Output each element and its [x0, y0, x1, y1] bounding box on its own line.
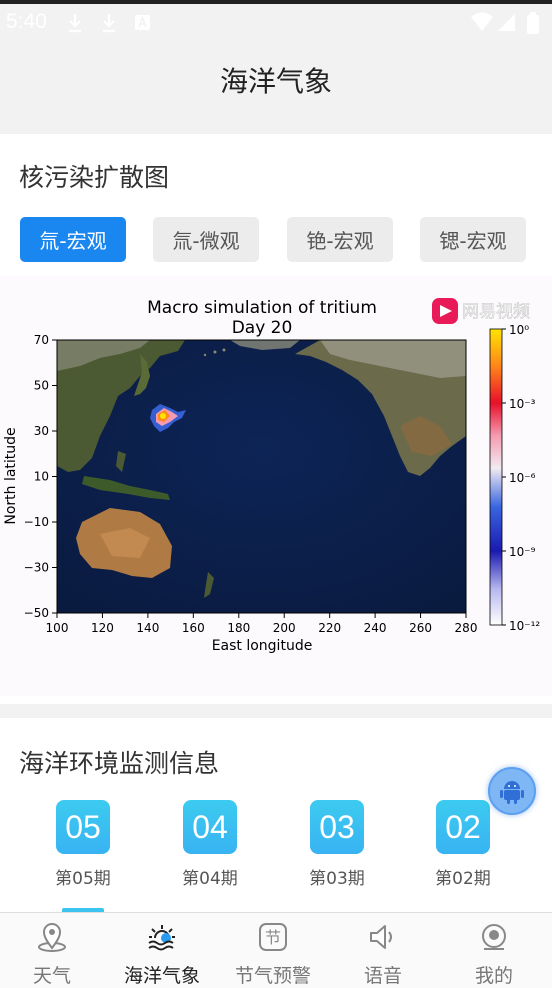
android-icon [500, 781, 524, 804]
watermark: 网易视频 [432, 298, 530, 324]
x-tick-label: 200 [273, 621, 296, 635]
y-axis-label: North latitude [3, 427, 19, 524]
y-tick-label: 50 [34, 379, 49, 393]
colorbar [489, 328, 503, 626]
sun-wave-icon [148, 925, 175, 951]
issue-item[interactable]: 03 第03期 [297, 800, 377, 889]
issue-item[interactable]: 04 第04期 [170, 800, 250, 889]
download-icon [103, 14, 115, 33]
profile-icon [482, 924, 506, 950]
chart-title: Macro simulation of tritium [147, 298, 377, 318]
section-title-monitoring: 海洋环境监测信息 [19, 749, 220, 778]
issue-number-badge: 03 [310, 800, 364, 854]
x-tick-label: 240 [364, 621, 387, 635]
issue-label: 第04期 [182, 869, 238, 889]
nav-item-marine-weather[interactable]: 海洋气象 [107, 913, 217, 988]
colorbar-tick-label: 10⁻⁶ [509, 471, 536, 485]
signal-icon [498, 14, 515, 31]
nav-label-weather: 天气 [32, 965, 71, 987]
page-title: 海洋气象 [219, 65, 332, 98]
y-tick-label: 70 [34, 333, 49, 347]
nav-label-profile: 我的 [474, 965, 513, 987]
issue-item[interactable]: 05 第05期 [43, 800, 123, 889]
status-bar-top-edge [0, 0, 552, 4]
x-tick-label: 220 [318, 621, 341, 635]
y-tick-label: 10 [34, 470, 49, 484]
solar-term-icon: 节 [259, 923, 287, 951]
tab-cesium-macro[interactable]: 铯-宏观 [287, 217, 393, 262]
nav-label-voice: 语音 [363, 965, 402, 987]
x-axis-ticks: 100 120 140 160 180 200 220 240 260 280 [46, 613, 478, 635]
colorbar-tick-label: 10⁻³ [509, 397, 536, 411]
pollution-diffusion-card: 核污染扩散图 氚-宏观 氚-微观 铯-宏观 锶-宏观 100 120 140 1… [0, 134, 552, 704]
monitoring-card: 海洋环境监测信息 05 第05期 04 第04期 03 第03期 02 第02期 [0, 718, 552, 912]
issue-number-badge: 02 [436, 800, 490, 854]
y-axis-ticks: 70 50 30 10 −10 −30 −50 [24, 333, 57, 620]
issue-number-badge: 04 [183, 800, 237, 854]
diffusion-chart: 100 120 140 160 180 200 220 240 260 280 70 50 30 10 −… [0, 276, 552, 696]
x-tick-label: 140 [136, 621, 159, 635]
page-header: 海洋气象 [0, 46, 552, 132]
status-bar: 5:40 [0, 0, 552, 46]
colorbar-tick-label: 10⁰ [509, 323, 529, 337]
x-tick-label: 280 [455, 621, 478, 635]
nav-item-solar-term-alert[interactable]: 节 节气预警 [218, 913, 328, 988]
section-title-diffusion: 核污染扩散图 [19, 163, 170, 192]
issue-label: 第02期 [435, 869, 491, 889]
tab-tritium-macro[interactable]: 氚-宏观 [20, 217, 126, 262]
nav-label-solar-term-alert: 节气预警 [234, 965, 311, 987]
chart-subtitle: Day 20 [232, 318, 293, 338]
x-tick-label: 160 [182, 621, 205, 635]
y-tick-label: −30 [24, 561, 49, 575]
x-tick-label: 260 [409, 621, 432, 635]
colorbar-tick-label: 10⁻⁹ [509, 545, 536, 559]
location-pin-icon [38, 923, 66, 952]
status-time: 5:40 [6, 10, 47, 33]
y-tick-label: −50 [24, 606, 49, 620]
y-tick-label: 30 [34, 424, 49, 438]
x-tick-label: 180 [227, 621, 250, 635]
notification-a-icon [135, 15, 150, 30]
issue-item[interactable]: 02 第02期 [423, 800, 503, 889]
floating-assistant-button[interactable] [488, 767, 536, 815]
app-screen: 5:40 海洋气象 核污染扩散图 氚-宏观 氚-微观 铯-宏观 锶-宏观 100… [0, 0, 552, 988]
y-tick-label: −10 [24, 515, 49, 529]
nav-item-weather[interactable]: 天气 [0, 913, 107, 988]
x-tick-label: 100 [46, 621, 69, 635]
wifi-icon [471, 12, 493, 31]
x-axis-label: East longitude [212, 638, 313, 654]
x-tick-label: 120 [91, 621, 114, 635]
issue-label: 第05期 [55, 869, 111, 889]
colorbar-ticks: 10⁰ 10⁻³ 10⁻⁶ 10⁻⁹ 10⁻¹² [502, 323, 540, 633]
colorbar-tick-label: 10⁻¹² [509, 619, 540, 633]
tab-strontium-macro[interactable]: 锶-宏观 [420, 217, 526, 262]
nav-item-profile[interactable]: 我的 [439, 913, 549, 988]
svg-text:节: 节 [265, 928, 281, 947]
diffusion-chart-svg: 100 120 140 160 180 200 220 240 260 280 70 50 30 10 −… [3, 298, 540, 654]
bottom-navigation: 天气 海洋气象 节 节气预警 语音 我的 [0, 912, 552, 988]
issue-label: 第03期 [309, 869, 365, 889]
battery-icon [527, 12, 539, 34]
nav-label-marine-weather: 海洋气象 [123, 965, 200, 987]
download-icon [69, 14, 81, 33]
speaker-icon [370, 925, 392, 949]
nav-item-voice[interactable]: 语音 [328, 913, 438, 988]
watermark-text: 网易视频 [462, 302, 530, 322]
tab-tritium-micro[interactable]: 氚-微观 [153, 217, 259, 262]
issue-number-badge: 05 [56, 800, 110, 854]
